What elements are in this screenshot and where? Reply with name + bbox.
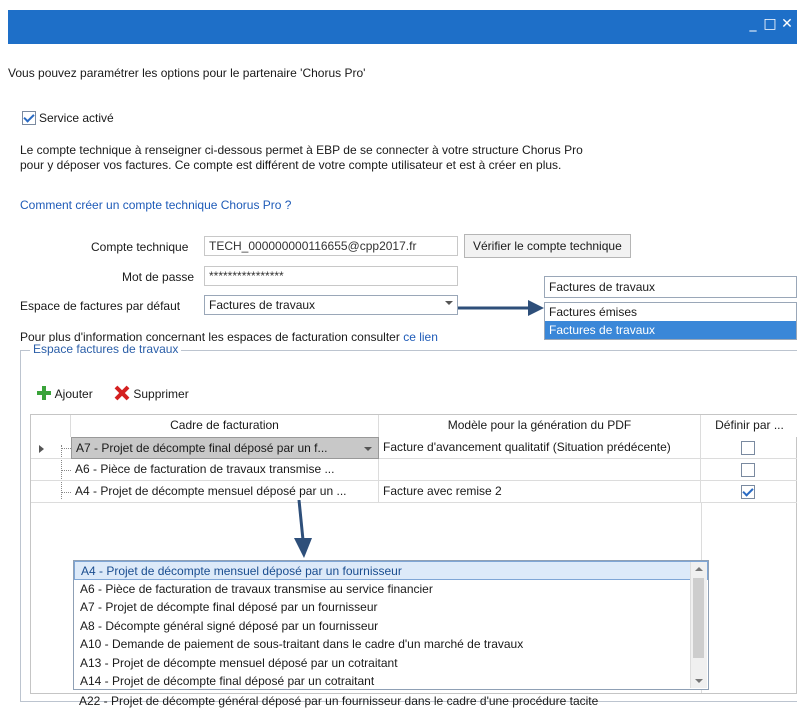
current-row-indicator-icon [39,445,44,453]
add-button[interactable]: Ajouter [36,385,93,401]
list-item[interactable]: A10 - Demande de paiement de sous-traita… [74,635,708,654]
password-input[interactable]: **************** [204,266,458,286]
cadre-cell-dropdown[interactable]: A7 - Projet de décompte final déposé par… [71,437,379,459]
description-line-2: pour y déposer vos factures. Ce compte e… [20,158,562,172]
arrow-right-icon [458,300,544,316]
column-header[interactable]: Modèle pour la génération du PDF [379,415,701,437]
popup-current-value: Factures de travaux [549,280,656,294]
close-button[interactable]: ✕ [778,16,796,32]
scrollbar-thumb[interactable] [693,578,704,658]
delete-label: Supprimer [133,387,189,401]
popup-option[interactable]: Factures émises [545,303,796,321]
service-active-checkbox[interactable] [22,111,36,125]
list-item[interactable]: A6 - Pièce de facturation de travaux tra… [74,580,708,599]
default-checkbox[interactable] [741,463,755,477]
default-checkbox[interactable] [741,441,755,455]
cadre-cell[interactable]: A6 - Pièce de facturation de travaux tra… [71,459,379,481]
group-title: Espace factures de travaux [30,342,182,356]
popup-select[interactable]: Factures de travaux [544,276,797,298]
space-label: Espace de factures par défaut [20,299,181,313]
service-active-label: Service activé [39,111,114,125]
default-checkbox-checked[interactable] [741,485,755,499]
table-row[interactable]: A4 - Projet de décompte mensuel déposé p… [31,481,797,503]
model-cell[interactable] [379,459,701,481]
cadre-cell[interactable]: A4 - Projet de décompte mensuel déposé p… [71,481,379,503]
list-item-selected[interactable]: A4 - Projet de décompte mensuel déposé p… [74,561,708,580]
list-item[interactable]: A8 - Décompte général signé déposé par u… [74,617,708,636]
window-titlebar: _ □ ✕ [8,10,797,44]
list-scrollbar[interactable] [690,562,707,688]
list-item-overflow[interactable]: A22 - Projet de décompte général déposé … [79,694,598,708]
list-item[interactable]: A7 - Projet de décompte final déposé par… [74,598,708,617]
cadre-options-list: A4 - Projet de décompte mensuel déposé p… [73,560,709,690]
default-cell [701,481,797,503]
default-cell [701,459,797,481]
list-item[interactable]: A14 - Projet de décompte final déposé pa… [74,672,708,691]
scroll-up-icon[interactable] [695,567,703,571]
list-item[interactable]: A13 - Projet de décompte mensuel déposé … [74,654,708,673]
verify-account-button[interactable]: Vérifier le compte technique [464,234,631,258]
space-select-value: Factures de travaux [209,298,316,312]
cadre-cell-value: A7 - Projet de décompte final déposé par… [76,441,328,455]
table-row[interactable]: A6 - Pièce de facturation de travaux tra… [31,459,797,481]
add-label: Ajouter [54,387,93,401]
password-label: Mot de passe [122,270,195,284]
popup-option-selected[interactable]: Factures de travaux [545,321,796,339]
table-row[interactable]: A7 - Projet de décompte final déposé par… [31,437,797,459]
help-link[interactable]: Comment créer un compte technique Chorus… [20,198,291,212]
default-cell [701,437,797,459]
model-cell[interactable]: Facture avec remise 2 [379,481,701,503]
maximize-button[interactable]: □ [761,16,779,32]
info-link[interactable]: ce lien [403,330,438,344]
grid-header: Cadre de facturation Modèle pour la géné… [31,415,797,437]
column-header[interactable]: Cadre de facturation [71,415,379,437]
popup-options: Factures émises Factures de travaux [544,302,797,340]
chevron-down-icon [445,301,453,305]
minimize-button[interactable]: _ [744,16,762,32]
chevron-down-icon [364,447,372,451]
description-line-1: Le compte technique à renseigner ci-dess… [20,143,583,157]
plus-icon [37,386,51,400]
delete-button[interactable]: Supprimer [114,385,189,401]
account-input[interactable]: TECH_000000000116655@cpp2017.fr [204,236,458,256]
header-spacer [31,415,71,437]
account-label: Compte technique [91,240,189,254]
scroll-down-icon[interactable] [695,679,703,683]
arrow-down-icon [294,500,312,558]
space-select[interactable]: Factures de travaux [204,295,458,315]
column-header[interactable]: Définir par ... [701,415,797,437]
delete-icon [114,385,130,401]
model-cell[interactable]: Facture d'avancement qualitatif (Situati… [379,437,701,459]
intro-text: Vous pouvez paramétrer les options pour … [8,66,366,80]
